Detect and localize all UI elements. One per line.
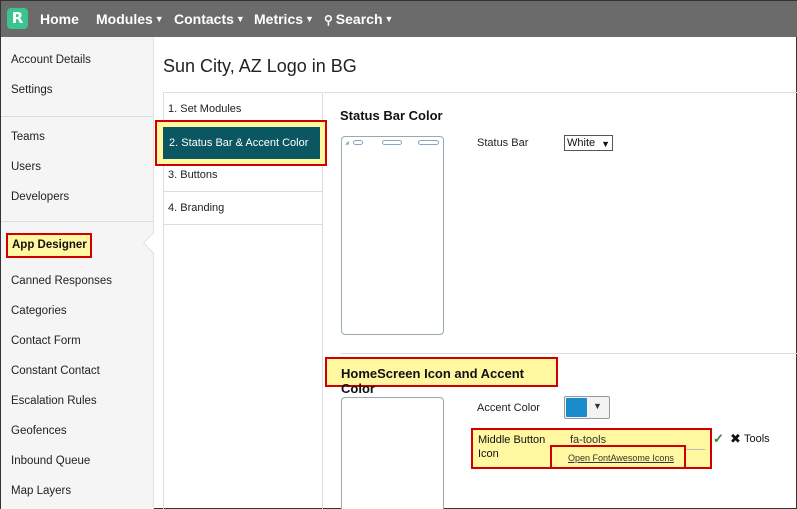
nav-search[interactable]: ⚲ Search ▼ bbox=[324, 1, 393, 37]
section-divider bbox=[340, 353, 797, 354]
fa-link-highlight: Open FontAwesome Icons bbox=[550, 445, 686, 469]
icon-preview-label: Tools bbox=[744, 433, 770, 445]
search-icon: ⚲ bbox=[324, 13, 333, 27]
accent-color-label: Accent Color bbox=[477, 402, 540, 414]
sidebar-item-account-details[interactable]: Account Details bbox=[11, 54, 91, 66]
chevron-down-icon: ▼ bbox=[593, 401, 602, 411]
app-logo[interactable]: R bbox=[7, 8, 28, 29]
sidebar-item-app-designer[interactable]: App Designer bbox=[6, 233, 92, 258]
active-pointer bbox=[144, 233, 154, 253]
status-bar-select[interactable]: White ▼ bbox=[564, 135, 613, 151]
accent-color-swatch bbox=[566, 398, 587, 417]
step-branding[interactable]: 4. Branding bbox=[164, 192, 323, 225]
check-icon: ✓ bbox=[713, 431, 724, 446]
sidebar-item-developers[interactable]: Developers bbox=[11, 191, 69, 203]
status-bar-indicator bbox=[418, 140, 439, 145]
status-bar-indicator bbox=[382, 140, 402, 145]
step-highlight: 2. Status Bar & Accent Color bbox=[155, 120, 327, 166]
sidebar-item-inbound-queue[interactable]: Inbound Queue bbox=[11, 455, 90, 467]
step-label: 2. Status Bar & Accent Color bbox=[169, 137, 309, 149]
sidebar-divider bbox=[1, 221, 154, 222]
sidebar: Account Details Settings Teams Users Dev… bbox=[1, 37, 154, 509]
sidebar-item-settings[interactable]: Settings bbox=[11, 84, 53, 96]
status-bar-section-title: Status Bar Color bbox=[340, 108, 443, 123]
status-bar-label: Status Bar bbox=[477, 137, 529, 149]
page-title: Sun City, AZ Logo in BG bbox=[163, 56, 357, 76]
sidebar-item-contact-form[interactable]: Contact Form bbox=[11, 335, 81, 347]
nav-search-label: Search bbox=[335, 11, 383, 27]
nav-home[interactable]: Home bbox=[40, 1, 79, 37]
sidebar-item-constant-contact[interactable]: Constant Contact bbox=[11, 365, 100, 377]
step-label: 3. Buttons bbox=[168, 169, 218, 181]
step-label: 4. Branding bbox=[168, 202, 225, 214]
tools-icon: ✖ bbox=[730, 431, 741, 446]
accent-color-picker[interactable]: ▼ bbox=[564, 396, 610, 419]
status-bar-select-value: White bbox=[567, 137, 596, 149]
phone-preview-status-bar: ◢ bbox=[341, 136, 444, 335]
step-label: 1. Set Modules bbox=[168, 103, 242, 115]
nav-metrics-label: Metrics bbox=[254, 11, 304, 27]
sidebar-item-users[interactable]: Users bbox=[11, 161, 41, 173]
open-fontawesome-link[interactable]: Open FontAwesome Icons bbox=[568, 453, 674, 463]
homescreen-section-highlight: HomeScreen Icon and Accent Color bbox=[325, 357, 558, 396]
sidebar-item-teams[interactable]: Teams bbox=[11, 131, 45, 143]
middle-button-label: Middle Button Icon bbox=[478, 434, 546, 460]
step-status-bar-accent[interactable]: 2. Status Bar & Accent Color bbox=[163, 127, 320, 159]
top-nav: R Home Modules ▼ Contacts ▼ Metrics ▼ ⚲ Sear… bbox=[1, 1, 797, 37]
nav-metrics[interactable]: Metrics ▼ bbox=[254, 1, 314, 37]
sidebar-item-categories[interactable]: Categories bbox=[11, 305, 67, 317]
nav-home-label: Home bbox=[40, 11, 79, 27]
sidebar-divider bbox=[1, 116, 154, 117]
nav-contacts-label: Contacts bbox=[174, 11, 234, 27]
homescreen-section-title: HomeScreen Icon and Accent Color bbox=[341, 366, 525, 396]
sidebar-item-canned-responses[interactable]: Canned Responses bbox=[11, 275, 112, 287]
sidebar-item-geofences[interactable]: Geofences bbox=[11, 425, 67, 437]
chevron-down-icon: ▼ bbox=[384, 14, 394, 24]
sidebar-item-escalation-rules[interactable]: Escalation Rules bbox=[11, 395, 97, 407]
status-bar-indicator bbox=[353, 140, 363, 145]
sidebar-item-label: App Designer bbox=[12, 239, 87, 251]
chevron-down-icon: ▼ bbox=[601, 139, 610, 149]
signal-icon: ◢ bbox=[345, 140, 349, 146]
chevron-down-icon: ▼ bbox=[305, 14, 314, 24]
nav-contacts[interactable]: Contacts ▼ bbox=[174, 1, 245, 37]
sidebar-item-map-layers[interactable]: Map Layers bbox=[11, 485, 71, 497]
chevron-down-icon: ▼ bbox=[154, 14, 164, 24]
nav-modules[interactable]: Modules ▼ bbox=[96, 1, 164, 37]
phone-preview-homescreen bbox=[341, 397, 444, 509]
nav-modules-label: Modules bbox=[96, 11, 153, 27]
chevron-down-icon: ▼ bbox=[235, 14, 245, 24]
